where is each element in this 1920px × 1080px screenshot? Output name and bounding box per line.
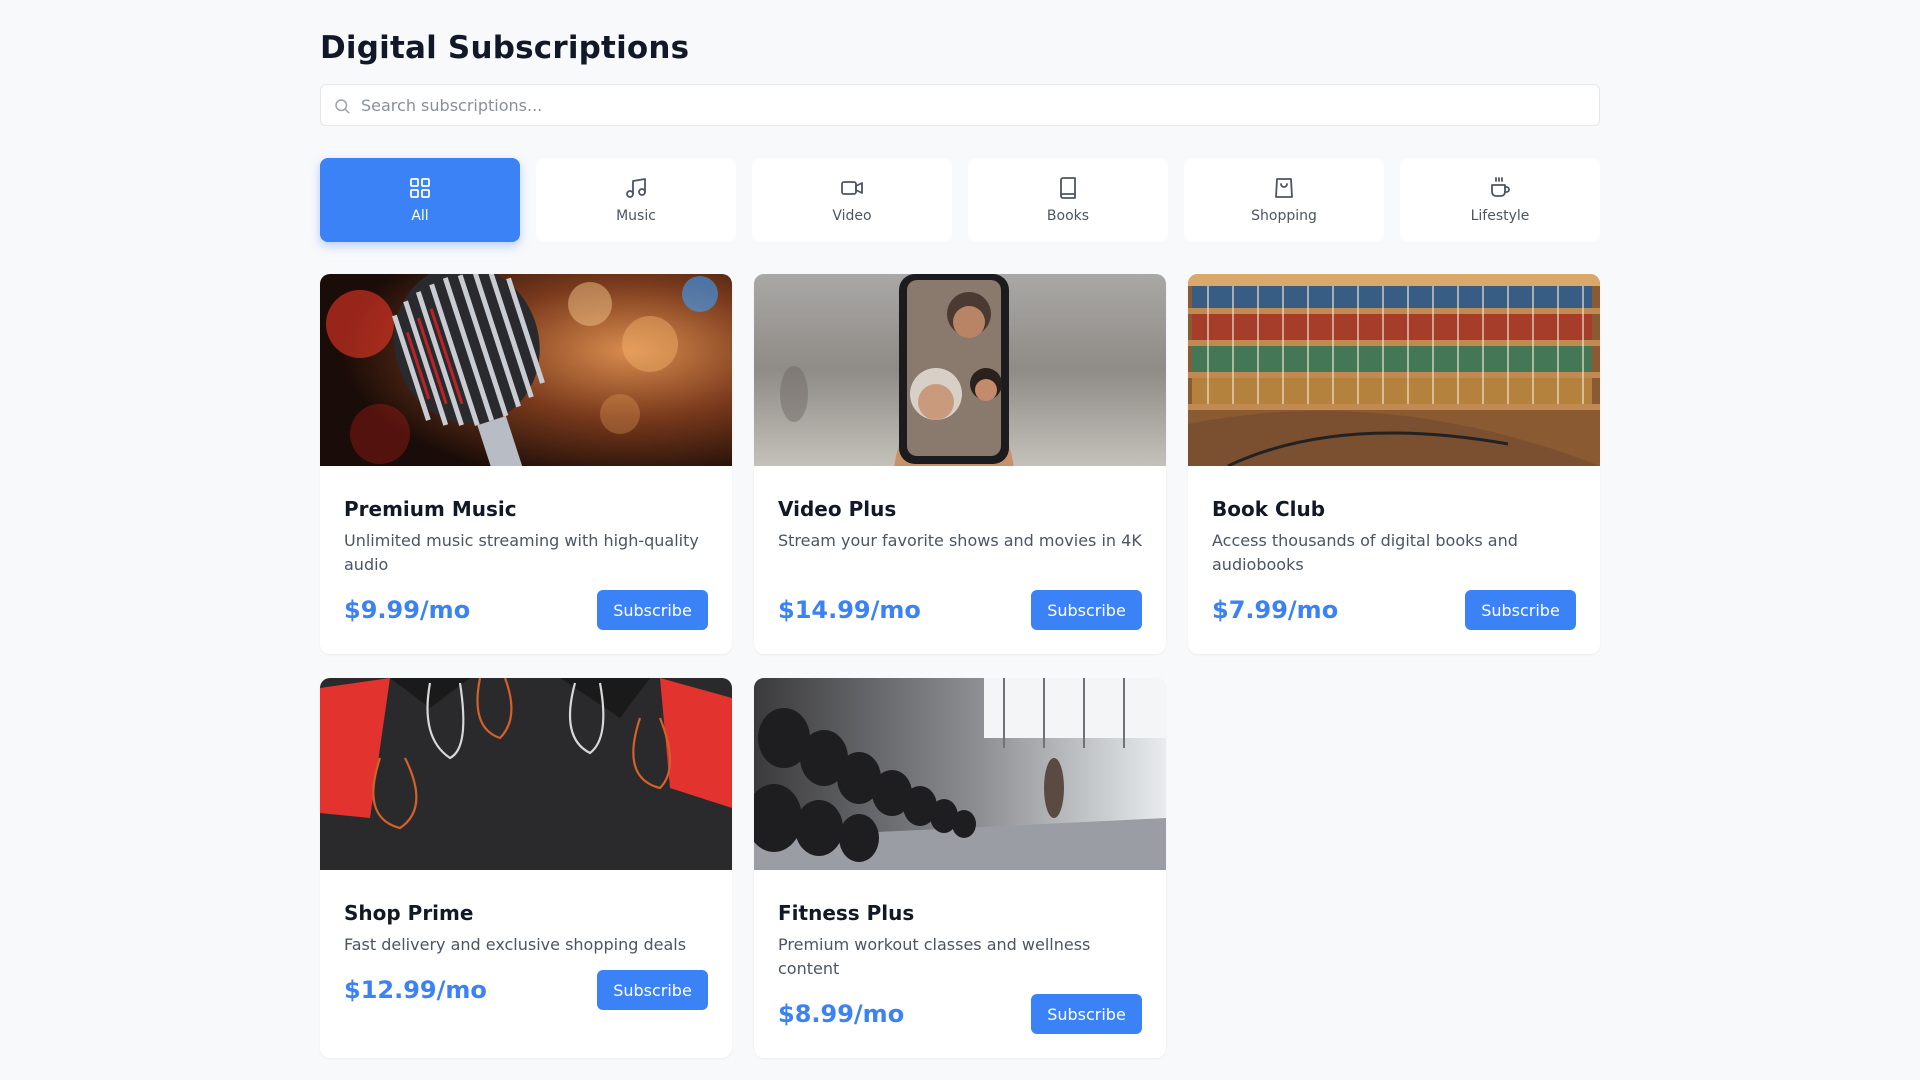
video-camera-icon: [841, 181, 863, 195]
microphone-photo: [320, 274, 732, 466]
tab-label: Shopping: [1251, 208, 1317, 224]
shopping-bag-icon: [1275, 178, 1293, 198]
search-input[interactable]: [321, 85, 1599, 125]
tab-label: Video: [832, 208, 872, 224]
card-description: Access thousands of digital books and au…: [1212, 531, 1518, 574]
grid-icon: [410, 178, 430, 198]
card-description: Stream your favorite shows and movies in…: [778, 531, 1142, 550]
card-title: Premium Music: [344, 497, 517, 521]
subscribe-button[interactable]: Subscribe: [1465, 590, 1576, 630]
subscription-card-video-plus: Video Plus Stream your favorite shows an…: [754, 274, 1166, 654]
subscribe-button[interactable]: Subscribe: [1031, 994, 1142, 1034]
tab-books[interactable]: Books: [968, 158, 1168, 242]
search-bar[interactable]: [320, 84, 1600, 126]
tab-label: All: [411, 208, 429, 224]
card-title: Book Club: [1212, 497, 1326, 521]
tab-label: Music: [616, 208, 656, 224]
library-bookshelf-photo: [1188, 274, 1600, 466]
subscription-card-shop-prime: Shop Prime Fast delivery and exclusive s…: [320, 678, 732, 1058]
card-description: Fast delivery and exclusive shopping dea…: [344, 935, 687, 954]
subscription-card-premium-music: Premium Music Unlimited music streaming …: [320, 274, 732, 654]
shopping-bags-photo: [320, 678, 732, 870]
tab-shopping[interactable]: Shopping: [1184, 158, 1384, 242]
subscribe-button[interactable]: Subscribe: [597, 590, 708, 630]
card-price: $9.99/mo: [344, 596, 471, 624]
card-title: Fitness Plus: [778, 901, 915, 925]
coffee-cup-icon: [1491, 177, 1510, 197]
card-title: Shop Prime: [344, 901, 474, 925]
card-footer: $12.99/mo Subscribe: [344, 970, 708, 1010]
card-title: Video Plus: [778, 497, 897, 521]
page-title: Digital Subscriptions: [320, 30, 690, 66]
tab-label: Lifestyle: [1470, 208, 1530, 224]
card-price: $14.99/mo: [778, 596, 921, 624]
card-price: $8.99/mo: [778, 1000, 905, 1028]
book-icon: [1060, 177, 1076, 199]
search-icon: [335, 99, 350, 114]
card-description: Unlimited music streaming with high-qual…: [344, 531, 699, 574]
card-description: Premium workout classes and wellness con…: [778, 935, 1091, 978]
tab-label: Books: [1046, 208, 1090, 224]
card-footer: $7.99/mo Subscribe: [1212, 590, 1576, 630]
card-price: $7.99/mo: [1212, 596, 1339, 624]
card-footer: $8.99/mo Subscribe: [778, 994, 1142, 1034]
category-tabs: All Music Video Books Shopping Lifestyle: [320, 158, 1600, 242]
music-note-icon: [626, 178, 646, 198]
subscription-card-book-club: Book Club Access thousands of digital bo…: [1188, 274, 1600, 654]
video-call-phone-photo: [754, 274, 1166, 466]
subscribe-button[interactable]: Subscribe: [1031, 590, 1142, 630]
subscription-card-fitness-plus: Fitness Plus Premium workout classes and…: [754, 678, 1166, 1058]
tab-video[interactable]: Video: [752, 158, 952, 242]
tab-lifestyle[interactable]: Lifestyle: [1400, 158, 1600, 242]
subscribe-button[interactable]: Subscribe: [597, 970, 708, 1010]
card-price: $12.99/mo: [344, 976, 487, 1004]
tab-music[interactable]: Music: [536, 158, 736, 242]
card-footer: $9.99/mo Subscribe: [344, 590, 708, 630]
gym-dumbbells-photo: [754, 678, 1166, 870]
tab-all[interactable]: All: [320, 158, 520, 242]
card-footer: $14.99/mo Subscribe: [778, 590, 1142, 630]
